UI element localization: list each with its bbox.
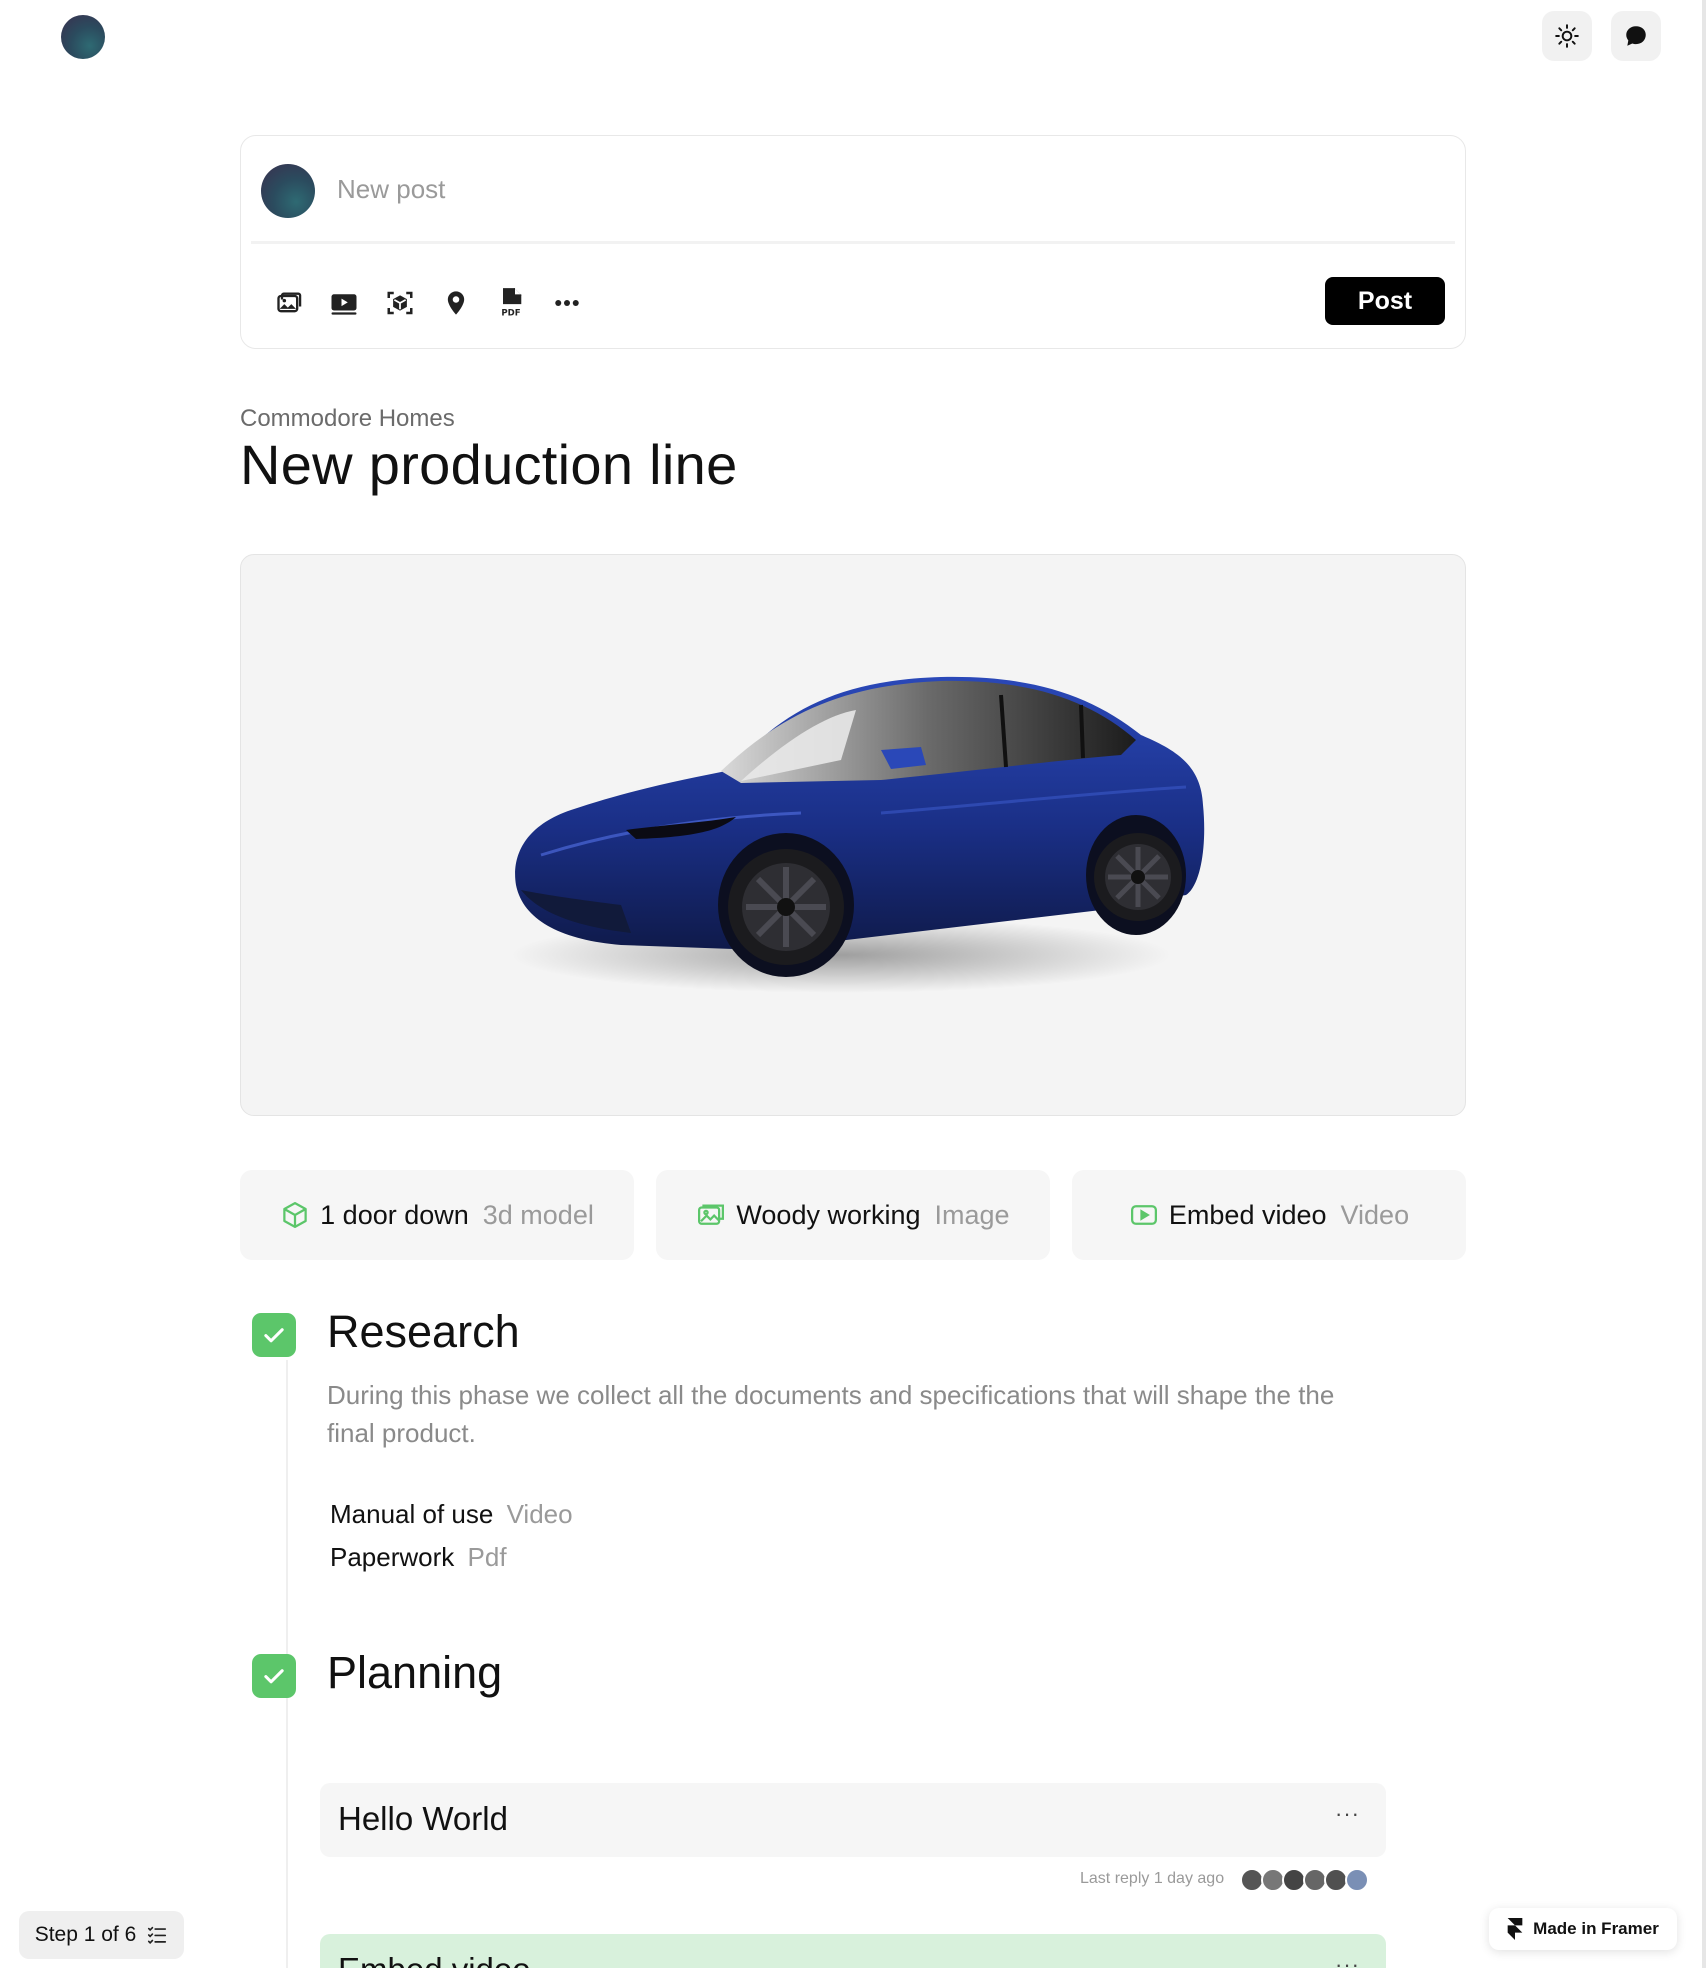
add-image-button[interactable] bbox=[272, 286, 306, 320]
attachment-chip-video[interactable]: Embed video Video bbox=[1072, 1170, 1466, 1260]
add-video-button[interactable] bbox=[327, 286, 361, 320]
step-complete-checkbox[interactable] bbox=[252, 1313, 296, 1357]
thread-menu-button[interactable]: ··· bbox=[1335, 1952, 1360, 1968]
chat-bubble-icon bbox=[1626, 26, 1646, 46]
play-icon bbox=[1130, 1205, 1157, 1225]
more-options-button[interactable] bbox=[550, 286, 584, 320]
step-document-link[interactable]: Paperwork Pdf bbox=[330, 1542, 507, 1573]
3d-scan-icon bbox=[387, 291, 413, 315]
user-avatar[interactable] bbox=[61, 15, 105, 59]
attachment-chip-image[interactable]: Woody working Image bbox=[656, 1170, 1050, 1260]
image-icon bbox=[277, 292, 302, 313]
step-indicator-label: Step 1 of 6 bbox=[34, 1923, 137, 1946]
document-name: Manual of use bbox=[330, 1499, 494, 1529]
step-description: During this phase we collect all the doc… bbox=[327, 1380, 1335, 1448]
sun-icon bbox=[1555, 24, 1579, 48]
thread-title: Hello World bbox=[338, 1800, 508, 1837]
attachment-chip-3d-model[interactable]: 1 door down 3d model bbox=[240, 1170, 634, 1260]
checkmark-icon bbox=[264, 1328, 284, 1343]
new-post-composer: New post PDF Post bbox=[240, 135, 1466, 349]
new-post-input[interactable]: New post bbox=[337, 174, 445, 205]
attachment-name: Embed video bbox=[1168, 1199, 1327, 1230]
svg-text:PDF: PDF bbox=[501, 309, 520, 319]
step-title-research: Research bbox=[327, 1306, 520, 1357]
chat-button[interactable] bbox=[1611, 11, 1661, 61]
pdf-icon: PDF bbox=[501, 288, 522, 319]
attachment-name: 1 door down bbox=[320, 1199, 469, 1230]
theme-toggle-button[interactable] bbox=[1542, 11, 1592, 61]
attachment-type: Video bbox=[1340, 1199, 1410, 1230]
discussion-thread[interactable]: Embed video ··· bbox=[320, 1934, 1386, 1968]
composer-divider bbox=[251, 241, 1455, 244]
discussion-thread[interactable]: Hello World ··· bbox=[320, 1783, 1386, 1857]
page-title: New production line bbox=[240, 433, 738, 496]
more-icon bbox=[555, 300, 579, 306]
location-pin-icon bbox=[447, 291, 465, 315]
document-type: Pdf bbox=[467, 1542, 507, 1572]
made-in-framer-label: Made in Framer bbox=[1533, 1919, 1659, 1938]
last-reply-text: Last reply 1 day ago bbox=[1080, 1870, 1225, 1887]
window-edge bbox=[1702, 0, 1706, 1968]
checkmark-icon bbox=[264, 1669, 284, 1684]
document-name: Paperwork bbox=[330, 1542, 455, 1572]
step-document-link[interactable]: Manual of use Video bbox=[330, 1499, 573, 1530]
step-title-planning: Planning bbox=[327, 1647, 503, 1698]
participant-avatar bbox=[1345, 1868, 1369, 1892]
add-location-button[interactable] bbox=[439, 286, 473, 320]
page: New post PDF Post Commodore Homes New pr… bbox=[0, 0, 1706, 1968]
attachment-type: 3d model bbox=[482, 1199, 594, 1230]
hero-image bbox=[240, 554, 1466, 1116]
organization-name: Commodore Homes bbox=[240, 405, 455, 432]
document-type: Video bbox=[506, 1499, 573, 1529]
framer-logo-icon bbox=[1507, 1918, 1523, 1940]
attachment-type: Image bbox=[934, 1199, 1010, 1230]
cube-icon bbox=[283, 1202, 307, 1228]
attachment-name: Woody working bbox=[736, 1199, 921, 1230]
image-icon bbox=[698, 1204, 725, 1225]
add-3d-model-button[interactable] bbox=[383, 286, 417, 320]
step-indicator[interactable]: Step 1 of 6 bbox=[19, 1911, 184, 1959]
checklist-icon bbox=[148, 1926, 167, 1944]
car-image bbox=[511, 676, 1205, 993]
thread-menu-button[interactable]: ··· bbox=[1335, 1801, 1360, 1827]
made-in-framer-badge[interactable]: Made in Framer bbox=[1489, 1908, 1677, 1950]
thread-title: Embed video bbox=[338, 1951, 531, 1968]
step-complete-checkbox[interactable] bbox=[252, 1654, 296, 1698]
video-icon bbox=[331, 294, 357, 315]
post-button[interactable]: Post bbox=[1325, 277, 1445, 325]
add-pdf-button[interactable]: PDF bbox=[494, 286, 528, 320]
composer-avatar bbox=[261, 164, 315, 218]
